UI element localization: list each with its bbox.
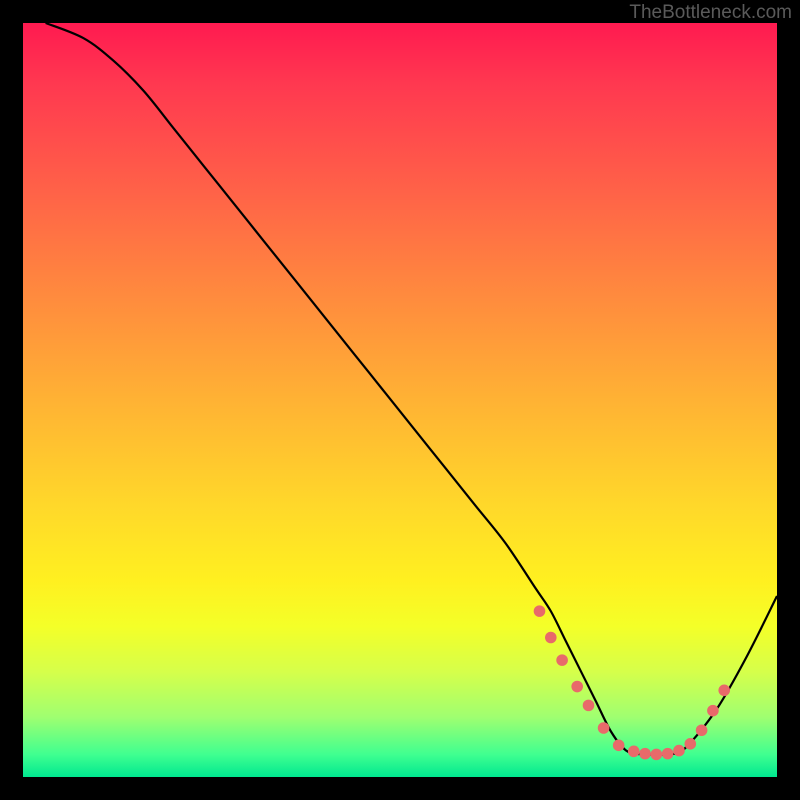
curve-dot — [545, 632, 557, 644]
chart-plot-area — [23, 23, 777, 777]
attribution-label: TheBottleneck.com — [629, 2, 792, 24]
chart-frame: TheBottleneck.com — [0, 0, 800, 800]
curve-dot — [628, 746, 640, 758]
curve-dot — [651, 749, 663, 761]
curve-dot — [639, 748, 651, 760]
curve-dot — [534, 605, 546, 617]
curve-dot — [556, 654, 568, 666]
curve-dot — [662, 748, 674, 760]
bottleneck-curve-path — [46, 23, 777, 755]
curve-dot — [598, 722, 610, 734]
curve-dot — [571, 681, 583, 693]
curve-dots — [534, 605, 730, 760]
curve-dot — [707, 705, 719, 717]
curve-dot — [583, 700, 595, 712]
curve-dot — [684, 738, 696, 750]
curve-dot — [613, 740, 625, 752]
curve-dot — [673, 745, 685, 757]
curve-dot — [696, 724, 708, 736]
curve-dot — [718, 684, 730, 696]
chart-svg — [23, 23, 777, 777]
